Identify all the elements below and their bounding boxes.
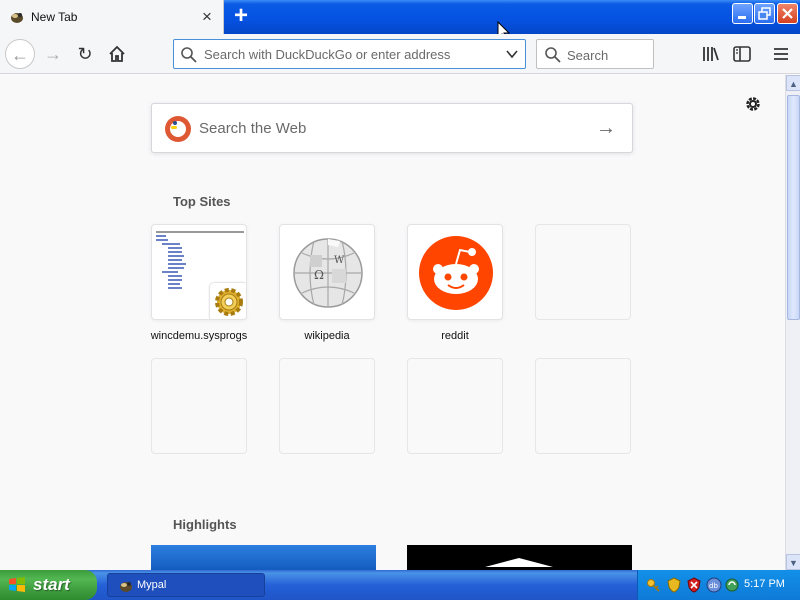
empty-top-site-slot xyxy=(407,358,503,454)
navigation-toolbar: ← → ↻ xyxy=(0,34,800,74)
reddit-logo-icon xyxy=(419,236,493,310)
network-icon[interactable]: db xyxy=(706,577,722,593)
mypal-icon xyxy=(120,582,132,592)
library-icon[interactable] xyxy=(701,44,721,64)
security-shield-icon[interactable] xyxy=(666,577,682,593)
minimize-button[interactable] xyxy=(732,3,753,24)
sync-icon[interactable] xyxy=(724,577,740,593)
title-bar: New Tab × + xyxy=(0,0,800,34)
key-icon[interactable] xyxy=(646,577,662,593)
highlight-card-1[interactable] xyxy=(151,545,376,570)
svg-text:W: W xyxy=(334,255,345,266)
hamburger-menu-icon[interactable] xyxy=(771,44,791,64)
tab-new-tab[interactable]: New Tab × xyxy=(0,0,224,34)
search-bar[interactable] xyxy=(536,39,654,69)
top-site-label: wincdemu.sysprogs xyxy=(150,330,248,342)
mypal-icon xyxy=(9,9,25,25)
scroll-thumb[interactable] xyxy=(787,95,800,320)
sidebar-icon[interactable] xyxy=(732,44,752,64)
svg-text:Ω: Ω xyxy=(314,268,324,282)
search-icon xyxy=(545,47,561,63)
wincdemu-gear-icon xyxy=(210,283,246,319)
duckduckgo-logo-icon xyxy=(165,116,191,142)
web-search-placeholder: Search the Web xyxy=(199,120,307,137)
home-button[interactable] xyxy=(102,39,132,69)
url-input[interactable] xyxy=(204,45,494,63)
new-tab-button[interactable]: + xyxy=(228,4,254,29)
home-icon xyxy=(109,45,125,62)
highlights-heading: Highlights xyxy=(173,517,237,532)
top-site-label: wikipedia xyxy=(304,330,350,342)
minimize-icon xyxy=(738,16,746,19)
vertical-scrollbar[interactable]: ▲ ▼ xyxy=(785,75,800,570)
new-tab-page: Search the Web → Top Sites wincdemu.sysp… xyxy=(0,75,785,570)
forward-button[interactable]: → xyxy=(38,39,68,69)
gear-icon[interactable] xyxy=(744,95,762,113)
search-icon xyxy=(181,47,197,63)
wikipedia-globe-icon: Ω W xyxy=(293,238,363,308)
highlight-thumbnail xyxy=(485,558,553,567)
top-site-tile-reddit[interactable] xyxy=(407,224,503,320)
close-icon xyxy=(782,8,793,19)
top-site-tile-wikipedia[interactable]: Ω W xyxy=(279,224,375,320)
start-button[interactable]: start xyxy=(0,570,97,600)
tab-close-icon[interactable]: × xyxy=(197,7,217,27)
restore-icon xyxy=(758,7,771,20)
clock[interactable]: 5:17 PM xyxy=(744,578,785,590)
arrow-right-icon[interactable]: → xyxy=(596,117,616,140)
svg-text:db: db xyxy=(709,582,718,590)
top-sites-heading: Top Sites xyxy=(173,194,231,209)
taskbar-item-mypal[interactable]: Mypal xyxy=(107,573,265,597)
close-window-button[interactable] xyxy=(777,3,798,24)
taskbar: start Mypal db 5:17 PM xyxy=(0,570,800,600)
empty-top-site-slot xyxy=(151,358,247,454)
web-search-box[interactable]: Search the Web → xyxy=(151,103,633,153)
tab-title: New Tab xyxy=(31,10,78,24)
url-bar[interactable] xyxy=(173,39,526,69)
top-site-label: reddit xyxy=(441,330,469,342)
taskbar-item-label: Mypal xyxy=(137,579,167,591)
empty-top-site-slot xyxy=(279,358,375,454)
top-site-tile-wincdemu[interactable] xyxy=(151,224,247,320)
system-tray: db 5:17 PM xyxy=(637,570,800,600)
highlight-card-2[interactable] xyxy=(407,545,632,570)
scroll-up-arrow-icon[interactable]: ▲ xyxy=(786,75,800,91)
empty-top-site-slot xyxy=(535,224,631,320)
empty-top-site-slot xyxy=(535,358,631,454)
search-input[interactable] xyxy=(567,46,647,64)
reload-button[interactable]: ↻ xyxy=(70,39,100,69)
alert-shield-icon[interactable] xyxy=(686,577,702,593)
back-button[interactable]: ← xyxy=(5,39,35,69)
scroll-down-arrow-icon[interactable]: ▼ xyxy=(786,554,800,570)
start-label: start xyxy=(33,575,70,594)
restore-button[interactable] xyxy=(754,3,775,24)
windows-logo-icon xyxy=(9,577,25,592)
chevron-down-icon[interactable] xyxy=(505,47,519,61)
